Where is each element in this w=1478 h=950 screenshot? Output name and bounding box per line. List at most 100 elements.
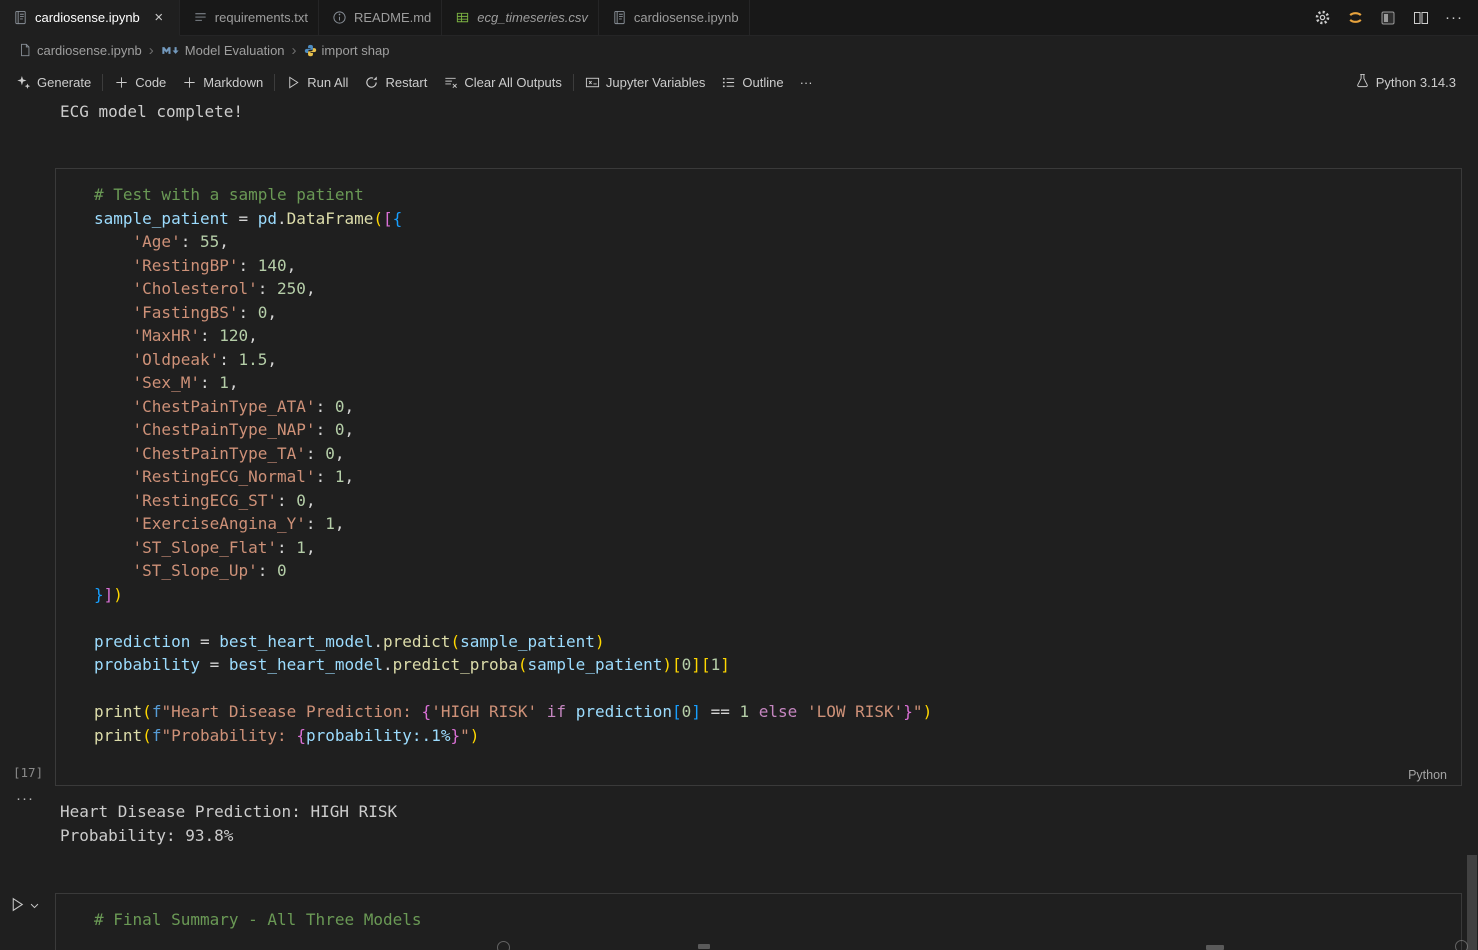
tab-actions: ··· (1310, 0, 1478, 35)
sparkle-icon (16, 75, 31, 90)
code-line: 'RestingECG_Normal': 1, (132, 467, 355, 486)
settings-gear-icon[interactable] (1310, 6, 1334, 30)
toolbar-run-all[interactable]: Run All (278, 71, 356, 94)
code-line: 'ST_Slope_Up': 0 (132, 561, 287, 580)
notebook-toolbar-items: Generate Code Markdown Run All Restart Clear … (8, 71, 821, 94)
tab-label: cardiosense.ipynb (35, 10, 140, 25)
toolbar-separator (274, 73, 276, 91)
toolbar-separator (102, 73, 104, 91)
notebook-icon (13, 10, 28, 25)
breadcrumb-label: cardiosense.ipynb (37, 42, 142, 58)
cell-language-label[interactable]: Python (1408, 768, 1447, 782)
toolbar-label: Jupyter Variables (605, 74, 706, 90)
tab-label: ecg_timeseries.csv (477, 10, 588, 25)
next-cell-code[interactable]: # Final Summary - All Three Models (94, 908, 422, 932)
code-cell[interactable]: # Test with a sample patient sample_patie… (55, 168, 1462, 786)
tab-3-readme-md[interactable]: README.md (319, 0, 443, 35)
code-line: prediction = best_heart_model.predict(sa… (94, 631, 605, 651)
previous-cell-output: ECG model complete! (60, 102, 244, 121)
kernel-label: Python 3.14.3 (1375, 74, 1456, 90)
breadcrumb-separator: › (291, 41, 297, 59)
breadcrumb-item-2[interactable]: Model Evaluation (161, 43, 285, 58)
jupyter-icon[interactable] (1343, 6, 1367, 30)
output-line: Probability: 93.8% (60, 825, 234, 845)
tab-4-ecg-timeseries-csv[interactable]: ecg_timeseries.csv (442, 0, 599, 35)
editor-tab-bar: cardiosense.ipynb × requirements.txt README… (0, 0, 1478, 36)
execution-count: [17] (13, 765, 44, 780)
chevron-down-icon (29, 899, 40, 914)
toolbar-label: Restart (385, 74, 428, 90)
markdown-icon (161, 44, 180, 57)
breadcrumb-label: import shap (321, 42, 390, 58)
code-line: sample_patient = pd.DataFrame([{ (94, 208, 403, 228)
toolbar-label: Clear All Outputs (464, 74, 562, 90)
run-cell-icon (9, 896, 26, 916)
tab-list: cardiosense.ipynb × requirements.txt README… (0, 0, 750, 36)
python-icon (304, 44, 317, 57)
outline-icon (721, 75, 736, 90)
breadcrumb-item-1[interactable]: cardiosense.ipynb (18, 43, 142, 58)
toolbar-label: Run All (307, 74, 349, 90)
tab-5-cardiosense-ipynb[interactable]: cardiosense.ipynb (599, 0, 750, 35)
code-line: 'Oldpeak': 1.5, (132, 349, 278, 369)
tab-1-cardiosense-ipynb[interactable]: cardiosense.ipynb × (0, 0, 180, 36)
beaker-icon (1355, 73, 1370, 91)
run-all-icon (286, 75, 301, 90)
toolbar-restart[interactable]: Restart (356, 71, 435, 94)
code-line: }]) (94, 584, 123, 604)
toolbar-add-code[interactable]: Code (106, 71, 174, 94)
variables-icon (585, 75, 600, 90)
tab-2-requirements-txt[interactable]: requirements.txt (180, 0, 319, 35)
cell-output-lines: Heart Disease Prediction: HIGH RISK Proba… (60, 800, 397, 847)
cell-code[interactable]: # Test with a sample patient sample_patie… (94, 183, 932, 747)
restart-icon (364, 75, 379, 90)
split-editor-icon[interactable] (1409, 6, 1433, 30)
code-line: 'FastingBS': 0, (132, 302, 278, 322)
plus-icon (182, 75, 197, 90)
partial-icon (698, 944, 710, 949)
breadcrumb-separator: › (148, 41, 154, 59)
info-icon (332, 10, 347, 25)
partial-icon (1206, 945, 1224, 950)
toolbar-label: Outline (742, 74, 784, 90)
tab-label: requirements.txt (214, 10, 308, 25)
table-icon (455, 10, 470, 25)
code-line: print(f"Heart Disease Prediction: {'HIGH… (94, 702, 933, 721)
toolbar-outline[interactable]: Outline (713, 71, 791, 94)
toolbar-generate[interactable]: Generate (8, 71, 99, 94)
breadcrumb-item-3[interactable]: import shap (304, 42, 390, 58)
toolbar-jupyter-variables[interactable]: Jupyter Variables (577, 71, 713, 94)
toolbar-label: Generate (37, 74, 92, 90)
toolbar-clear-all-outputs[interactable]: Clear All Outputs (435, 71, 570, 94)
code-line: # Test with a sample patient (94, 185, 364, 204)
breadcrumb-label: Model Evaluation (184, 42, 285, 58)
code-line: # Final Summary - All Three Models (94, 910, 422, 929)
code-line: 'Cholesterol': 250, (132, 279, 316, 298)
code-line: 'Sex_M': 1, (132, 373, 239, 392)
close-icon[interactable]: × (149, 8, 169, 28)
notebook-editor: ECG model complete! # Test with a sample… (0, 100, 1478, 950)
vertical-scrollbar[interactable] (1467, 855, 1477, 950)
code-line: 'ExerciseAngina_Y': 1, (132, 514, 345, 533)
code-line: 'RestingECG_ST': 0, (132, 490, 316, 510)
file-icon (18, 43, 32, 57)
output-options-icon[interactable]: ··· (16, 790, 34, 807)
run-cell-button[interactable] (9, 896, 40, 916)
toolbar-separator (572, 73, 574, 91)
code-line: 'ChestPainType_NAP': 0, (132, 420, 355, 439)
breadcrumb: cardiosense.ipynb › Model Evaluation › impor… (0, 36, 1478, 64)
toolbar-label: Markdown (203, 74, 264, 90)
toolbar-more-actions[interactable]: ··· (792, 71, 821, 94)
code-line: 'RestingBP': 140, (132, 255, 297, 275)
code-line: print(f"Probability: {probability:.1%}") (94, 725, 480, 745)
next-code-cell[interactable]: # Final Summary - All Three Models (55, 893, 1462, 950)
more-actions-icon[interactable]: ··· (1442, 6, 1466, 30)
code-line: 'ChestPainType_TA': 0, (132, 443, 345, 463)
code-line: 'ChestPainType_ATA': 0, (132, 396, 355, 416)
kernel-picker[interactable]: Python 3.14.3 (1355, 73, 1470, 91)
toolbar-add-markdown[interactable]: Markdown (174, 71, 271, 94)
toolbar-label: ··· (799, 74, 813, 90)
layout-panel-icon[interactable] (1376, 6, 1400, 30)
